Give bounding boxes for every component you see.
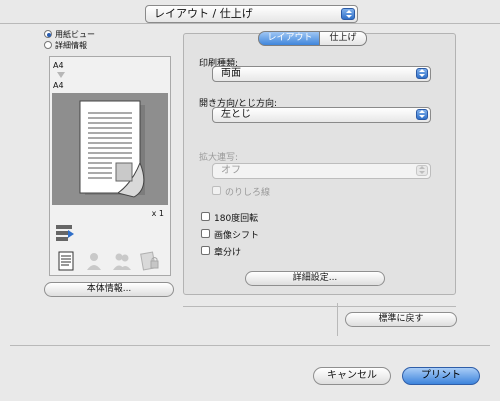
duplex-paper-icon <box>79 100 145 198</box>
zoom-arrows-icon <box>416 165 428 176</box>
panel-bottom-separator <box>183 306 456 307</box>
user-icon[interactable] <box>84 249 102 271</box>
zoom-value: オフ <box>221 165 241 176</box>
binding-value: 左とじ <box>221 109 251 120</box>
radio-paper-view[interactable]: 用紙ビュー <box>44 29 164 39</box>
paper-size-bottom: A4 <box>53 81 64 90</box>
details-button[interactable]: 詳細設定... <box>245 271 385 286</box>
zoom-label: 拡大連写: <box>199 153 239 163</box>
chapters-checkbox-box[interactable] <box>201 246 210 255</box>
radio-paper-view-indicator[interactable] <box>44 30 52 38</box>
preview-panel: A4 A4 x 1 <box>49 56 171 276</box>
output-tray-icon <box>54 221 76 243</box>
panel-select-arrows-icon <box>341 8 355 20</box>
device-info-button[interactable]: 本体情報... <box>44 282 174 297</box>
zoom-select: オフ <box>212 163 431 179</box>
reset-to-default-button[interactable]: 標準に戻す <box>345 312 457 327</box>
paper-direction-arrow-icon <box>56 71 66 79</box>
chapters-label: 章分け <box>214 248 242 258</box>
paper-preview <box>52 93 168 205</box>
print-button[interactable]: プリント <box>402 367 480 385</box>
binding-select[interactable]: 左とじ <box>212 107 431 123</box>
tab-layout[interactable]: レイアウト <box>258 31 322 46</box>
margin-line-checkbox: のりしろ線 <box>212 185 332 198</box>
margin-line-checkbox-box <box>212 186 221 195</box>
radio-paper-view-label: 用紙ビュー <box>55 30 95 39</box>
paper-size-top: A4 <box>53 61 64 70</box>
rotate-180-label: 180度回転 <box>214 214 259 224</box>
radio-printer-view-indicator[interactable] <box>44 41 52 49</box>
print-type-select[interactable]: 両面 <box>212 66 431 82</box>
top-separator <box>0 23 500 24</box>
binding-arrows-icon <box>416 109 428 120</box>
rotate-180-checkbox-box[interactable] <box>201 212 210 221</box>
print-type-arrows-icon <box>416 68 428 79</box>
radio-printer-view-label: 詳細情報 <box>55 41 87 50</box>
cancel-button[interactable]: キャンセル <box>313 367 391 385</box>
reset-divider <box>337 303 338 336</box>
tab-bar: レイアウト 仕上げ <box>258 31 367 46</box>
image-shift-checkbox[interactable]: 画像シフト <box>201 228 321 241</box>
copies-count: x 1 <box>151 209 164 218</box>
document-view-icon[interactable] <box>56 249 74 271</box>
footer-separator <box>10 345 490 346</box>
tab-finishing[interactable]: 仕上げ <box>319 31 367 46</box>
radio-printer-view[interactable]: 詳細情報 <box>44 40 164 50</box>
image-shift-checkbox-box[interactable] <box>201 229 210 238</box>
print-type-value: 両面 <box>221 68 241 79</box>
users-icon[interactable] <box>110 249 132 271</box>
panel-select-value: レイアウト / 仕上げ <box>154 7 253 20</box>
margin-line-label: のりしろ線 <box>225 188 271 198</box>
chapters-checkbox[interactable]: 章分け <box>201 245 321 258</box>
panel-select-dropdown[interactable]: レイアウト / 仕上げ <box>145 5 358 23</box>
secure-print-icon[interactable] <box>138 249 160 271</box>
rotate-180-checkbox[interactable]: 180度回転 <box>201 211 321 224</box>
image-shift-label: 画像シフト <box>214 231 260 241</box>
